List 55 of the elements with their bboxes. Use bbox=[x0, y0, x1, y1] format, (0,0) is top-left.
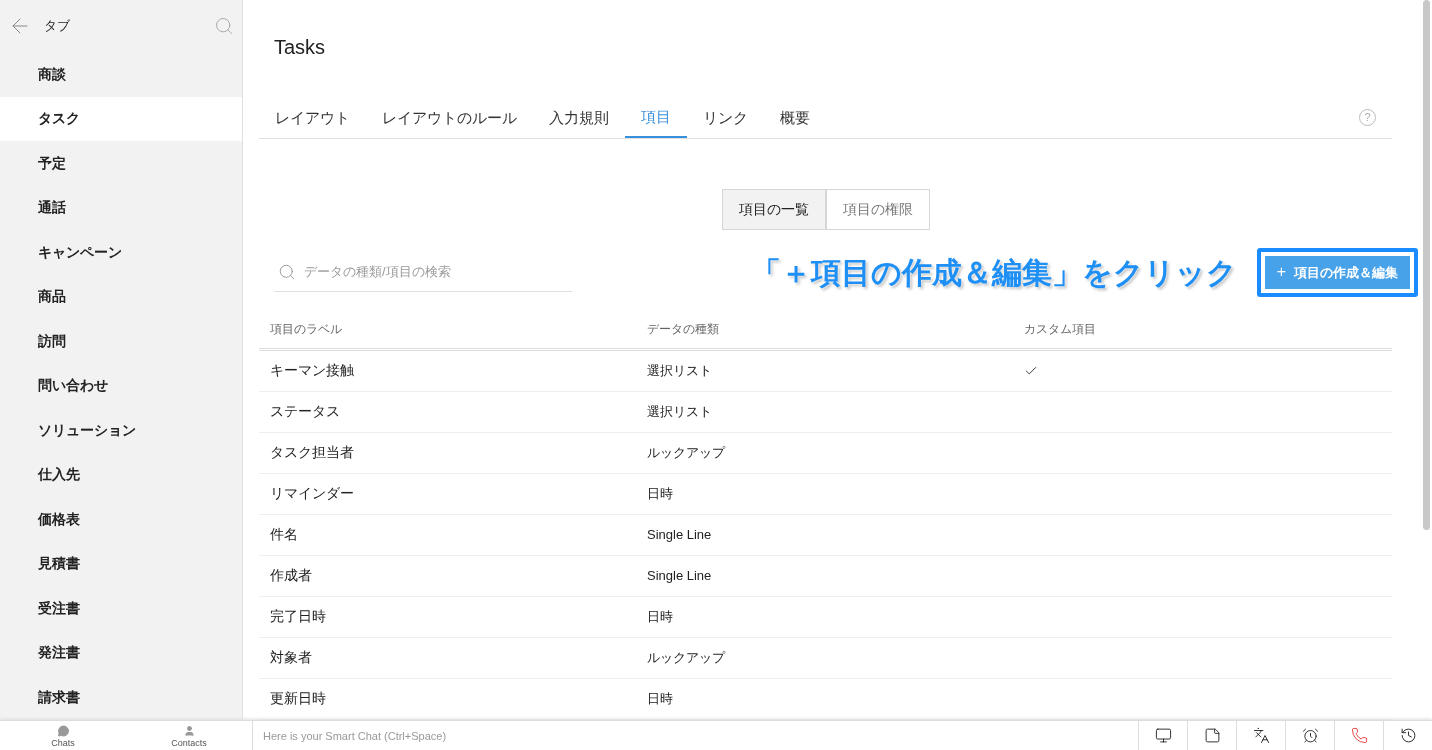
contacts-tab[interactable]: Contacts bbox=[126, 721, 252, 750]
sidebar-item[interactable]: 予定 bbox=[0, 141, 242, 186]
person-icon bbox=[182, 725, 196, 737]
sidebar-item[interactable]: 受注書 bbox=[0, 586, 242, 631]
chat-bubble-icon bbox=[56, 725, 70, 737]
chats-tab[interactable]: Chats bbox=[0, 721, 126, 750]
sidebar-title: タブ bbox=[44, 17, 71, 36]
table-cell-text: ルックアップ bbox=[646, 649, 727, 668]
sidebar-item[interactable]: キャンペーン bbox=[0, 230, 242, 275]
tab[interactable]: 項目 bbox=[625, 97, 687, 138]
annotation-text: 「＋項目の作成＆編集」をクリック bbox=[750, 254, 1237, 291]
column-header: データの種類 bbox=[646, 321, 720, 339]
table-cell-text: リマインダー bbox=[269, 484, 355, 504]
tab[interactable]: 入力規則 bbox=[533, 97, 625, 138]
tab[interactable]: レイアウト bbox=[259, 97, 366, 138]
search-field[interactable]: データの種類/項目の検索 bbox=[274, 252, 572, 293]
smart-chat-field[interactable]: Here is your Smart Chat (Ctrl+Space) bbox=[253, 721, 1138, 750]
search-icon[interactable] bbox=[214, 16, 234, 36]
table-cell-text: Single Line bbox=[646, 567, 713, 586]
sidebar-item[interactable]: 商談 bbox=[0, 52, 242, 97]
sidebar-item[interactable]: 仕入先 bbox=[0, 452, 242, 497]
table-cell-text: 日時 bbox=[646, 485, 674, 504]
table-cell-text: タスク担当者 bbox=[269, 443, 355, 463]
column-header: カスタム項目 bbox=[1023, 321, 1097, 339]
table-cell-text: 対象者 bbox=[269, 648, 313, 668]
table-cell-text: ステータス bbox=[269, 402, 341, 422]
sidebar-item[interactable]: 請求書 bbox=[0, 675, 242, 720]
sidebar-item[interactable]: 問い合わせ bbox=[0, 363, 242, 408]
sidebar-item[interactable]: 訪問 bbox=[0, 319, 242, 364]
sidebar-item[interactable]: タスク bbox=[0, 96, 242, 141]
toggle-tab[interactable]: 項目の権限 bbox=[825, 188, 930, 230]
table-cell-text: 選択リスト bbox=[646, 362, 713, 381]
table-cell-text: 完了日時 bbox=[269, 607, 327, 627]
table-cell-text: 日時 bbox=[646, 608, 674, 627]
sidebar-item[interactable]: 見積書 bbox=[0, 541, 242, 586]
sidebar-item[interactable]: 価格表 bbox=[0, 497, 242, 542]
toggle-tab[interactable]: 項目の一覧 bbox=[721, 188, 826, 230]
tab[interactable]: リンク bbox=[687, 97, 764, 138]
table-cell-text: 件名 bbox=[269, 525, 299, 545]
column-header: 項目のラベル bbox=[269, 321, 343, 339]
table-cell-text: キーマン接触 bbox=[269, 361, 355, 381]
table-cell-text: 選択リスト bbox=[646, 403, 713, 422]
table-cell-text: 日時 bbox=[646, 690, 674, 709]
sidebar-item[interactable]: ソリューション bbox=[0, 408, 242, 453]
tab[interactable]: レイアウトのルール bbox=[366, 97, 533, 138]
tab[interactable]: 概要 bbox=[764, 97, 826, 138]
search-icon bbox=[278, 263, 296, 282]
table-cell-text: ルックアップ bbox=[646, 444, 727, 463]
sidebar-item[interactable]: 発注書 bbox=[0, 630, 242, 675]
table-cell-text: 作成者 bbox=[269, 566, 313, 586]
sidebar-item[interactable]: 通話 bbox=[0, 185, 242, 230]
table-cell-text: Single Line bbox=[646, 526, 713, 545]
sidebar-item[interactable]: 商品 bbox=[0, 274, 242, 319]
page-title: Tasks bbox=[273, 35, 327, 60]
table-cell-text: 更新日時 bbox=[269, 689, 327, 709]
